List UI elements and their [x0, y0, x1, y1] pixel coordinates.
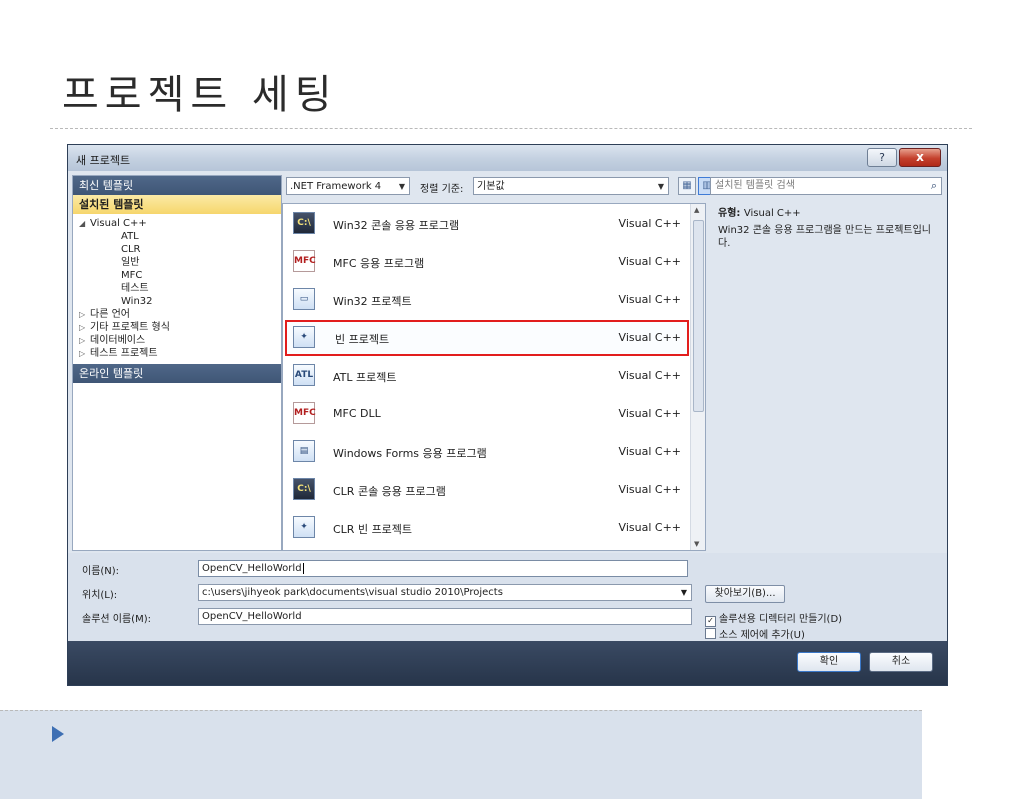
close-button[interactable]: x [899, 148, 941, 167]
tree-item-mfc[interactable]: MFC [73, 269, 281, 282]
template-language: Visual C++ [618, 407, 681, 420]
template-row-win32-project[interactable]: ▭ Win32 프로젝트 Visual C++ [285, 282, 689, 318]
dialog-titlebar[interactable]: 새 프로젝트 ? x [68, 145, 947, 171]
mfc-app-icon: MFC [293, 250, 316, 272]
dropdown-arrow-icon: ▼ [398, 182, 405, 191]
tree-item-clr[interactable]: CLR [73, 243, 281, 256]
dialog-title: 새 프로젝트 [76, 154, 131, 167]
collapsed-arrow-icon: ▷ [79, 349, 86, 358]
solution-name-input[interactable]: OpenCV_HelloWorld [198, 608, 692, 625]
new-project-dialog: 새 프로젝트 ? x 최신 템플릿 설치된 템플릿 ◢ Visual C++ AT… [67, 144, 948, 686]
dialog-footer: 확인 취소 [68, 641, 947, 685]
scroll-down-icon[interactable]: ▼ [694, 540, 699, 548]
tree-item-test[interactable]: 테스트 [73, 282, 281, 295]
collapsed-arrow-icon: ▷ [79, 310, 86, 319]
template-row-clr-console[interactable]: C:\ CLR 콘솔 응용 프로그램 Visual C++ [285, 472, 689, 508]
windows-forms-icon: ▤ [293, 440, 315, 462]
template-row-clr-empty[interactable]: ✦ CLR 빈 프로젝트 Visual C++ [285, 510, 689, 546]
template-row-mfc-dll[interactable]: MFC MFC DLL Visual C++ [285, 396, 689, 432]
template-list-scrollbar[interactable]: ▲ ▼ [690, 204, 705, 550]
tree-item-database[interactable]: ▷ 데이터베이스 [73, 334, 281, 347]
tree-item-visual-cpp[interactable]: ◢ Visual C++ [73, 217, 281, 230]
template-search-input[interactable]: 설치된 템플릿 검색 ⌕ [710, 177, 942, 195]
sort-select[interactable]: 기본값 ▼ [473, 177, 669, 195]
project-settings-form: 이름(N): OpenCV_HelloWorld 위치(L): c:\users… [68, 553, 947, 641]
win32-project-icon: ▭ [293, 288, 315, 310]
dropdown-arrow-icon: ▼ [657, 182, 664, 191]
template-language: Visual C++ [618, 331, 681, 344]
installed-templates-header[interactable]: 설치된 템플릿 [73, 195, 281, 214]
clr-console-icon: C:\ [293, 478, 315, 500]
small-icons-view-button[interactable]: ▦ [678, 177, 696, 195]
tree-item-other-project-types[interactable]: ▷ 기타 프로젝트 형식 [73, 321, 281, 334]
create-directory-checkbox[interactable]: ✓ 솔루션용 디렉터리 만들기(D) [705, 610, 842, 627]
tree-item-test-projects[interactable]: ▷ 테스트 프로젝트 [73, 347, 281, 360]
template-type: 유형: Visual C++ [718, 208, 801, 219]
template-tree: ◢ Visual C++ ATL CLR 일반 MFC 테스트 Win32 ▷ 다른… [73, 214, 281, 364]
cancel-button[interactable]: 취소 [869, 652, 933, 672]
template-language: Visual C++ [618, 521, 681, 534]
footer-divider [0, 710, 922, 799]
search-icon[interactable]: ⌕ [931, 178, 937, 194]
template-info-panel: 유형: Visual C++ Win32 콘솔 응용 프로그램을 만드는 프로젝… [718, 207, 940, 250]
project-name-input[interactable]: OpenCV_HelloWorld [198, 560, 688, 577]
tree-item-general[interactable]: 일반 [73, 256, 281, 269]
recent-templates-header[interactable]: 최신 템플릿 [73, 176, 281, 195]
browse-button[interactable]: 찾아보기(B)... [705, 585, 785, 603]
text-caret [302, 562, 304, 574]
template-language: Visual C++ [618, 293, 681, 306]
template-row-windows-forms[interactable]: ▤ Windows Forms 응용 프로그램 Visual C++ [285, 434, 689, 470]
slide-bullet-icon [52, 726, 64, 742]
template-description: Win32 콘솔 응용 프로그램을 만드는 프로젝트입니다. [718, 225, 932, 249]
template-name: Windows Forms 응용 프로그램 [333, 447, 487, 460]
dropdown-arrow-icon: ▼ [680, 588, 687, 597]
ok-button[interactable]: 확인 [797, 652, 861, 672]
template-row-mfc-app[interactable]: MFC MFC 응용 프로그램 Visual C++ [285, 244, 689, 280]
console-app-icon: C:\ [293, 212, 315, 234]
template-language: Visual C++ [618, 369, 681, 382]
help-button[interactable]: ? [867, 148, 897, 167]
collapsed-arrow-icon: ▷ [79, 323, 86, 332]
template-name: 빈 프로젝트 [335, 333, 390, 346]
tree-item-atl[interactable]: ATL [73, 230, 281, 243]
template-row-empty-project[interactable]: ✦ 빈 프로젝트 Visual C++ [285, 320, 689, 356]
template-name: ATL 프로젝트 [333, 371, 397, 384]
checkbox-empty-icon [705, 628, 716, 639]
template-language: Visual C++ [618, 445, 681, 458]
tree-item-other-languages[interactable]: ▷ 다른 언어 [73, 308, 281, 321]
template-name: Win32 프로젝트 [333, 295, 412, 308]
empty-project-icon: ✦ [293, 326, 315, 348]
template-list: C:\ Win32 콘솔 응용 프로그램 Visual C++ MFC MFC … [282, 203, 706, 551]
scroll-up-icon[interactable]: ▲ [694, 206, 699, 214]
name-label: 이름(N): [82, 566, 120, 577]
template-name: CLR 콘솔 응용 프로그램 [333, 485, 446, 498]
scroll-thumb[interactable] [693, 220, 704, 412]
location-label: 위치(L): [82, 590, 118, 601]
template-language: Visual C++ [618, 483, 681, 496]
template-row-atl-project[interactable]: ATL ATL 프로젝트 Visual C++ [285, 358, 689, 394]
template-category-pane: 최신 템플릿 설치된 템플릿 ◢ Visual C++ ATL CLR 일반 MF… [72, 175, 282, 551]
template-name: MFC 응용 프로그램 [333, 257, 425, 270]
expanded-arrow-icon: ◢ [79, 219, 86, 228]
template-name: Win32 콘솔 응용 프로그램 [333, 219, 460, 232]
template-name: CLR 빈 프로젝트 [333, 523, 413, 536]
template-language: Visual C++ [618, 255, 681, 268]
sort-label: 정렬 기준: [420, 184, 464, 195]
slide-title: 프로젝트 세팅 [62, 72, 338, 118]
add-source-control-checkbox[interactable]: 소스 제어에 추가(U) [705, 626, 805, 641]
clr-empty-project-icon: ✦ [293, 516, 315, 538]
title-divider [50, 128, 972, 129]
mfc-dll-icon: MFC [293, 402, 316, 424]
collapsed-arrow-icon: ▷ [79, 336, 86, 345]
template-language: Visual C++ [618, 217, 681, 230]
tree-item-win32[interactable]: Win32 [73, 295, 281, 308]
template-name: MFC DLL [333, 407, 381, 420]
atl-project-icon: ATL [293, 364, 315, 386]
framework-select[interactable]: .NET Framework 4 ▼ [286, 177, 410, 195]
solution-name-label: 솔루션 이름(M): [82, 614, 151, 625]
template-row-win32-console[interactable]: C:\ Win32 콘솔 응용 프로그램 Visual C++ [285, 206, 689, 242]
online-templates-header[interactable]: 온라인 템플릿 [73, 364, 281, 383]
location-select[interactable]: c:\users\jihyeok park\documents\visual s… [198, 584, 692, 601]
